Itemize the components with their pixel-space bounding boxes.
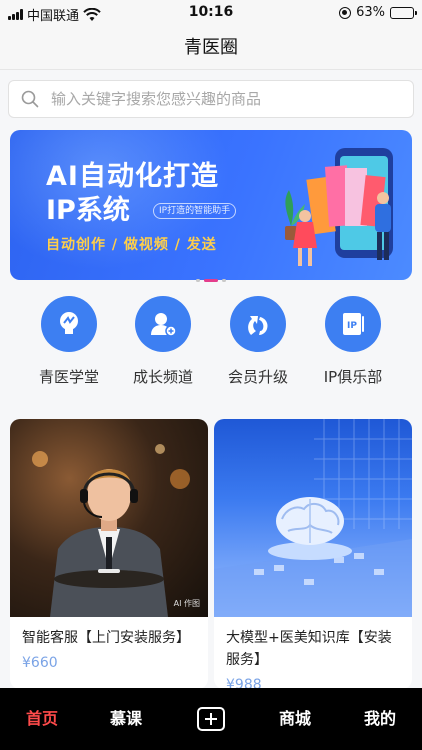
quick-entries: 青医学堂 成长频道 会员升级 IP IP俱乐部 (0, 296, 422, 396)
quick-entry-label: 会员升级 (227, 368, 288, 386)
pagination-dot-active (204, 279, 218, 282)
nav-bar: 青医圈 (0, 26, 422, 70)
search-input[interactable] (51, 90, 391, 108)
search-icon (21, 90, 39, 108)
quick-entry-growth[interactable]: 成长频道 (113, 296, 213, 387)
tab-mall[interactable]: 商城 (253, 688, 337, 750)
battery-icon (390, 6, 417, 19)
product-card[interactable]: AI 作图 智能客服【上门安装服务】 ¥660 (10, 419, 208, 689)
tab-profile[interactable]: 我的 (338, 688, 422, 750)
ip-card-icon: IP (325, 296, 381, 352)
lightbulb-icon (41, 296, 97, 352)
quick-entry-label: IP俱乐部 (323, 368, 383, 386)
tab-label: 商城 (278, 709, 311, 728)
quick-entry-upgrade[interactable]: 会员升级 (208, 296, 308, 387)
user-add-icon (135, 296, 191, 352)
quick-entry-label: 青医学堂 (38, 368, 99, 386)
tab-label: 首页 (25, 709, 58, 728)
search-bar[interactable] (8, 80, 414, 118)
quick-entry-ip-club[interactable]: IP IP俱乐部 (303, 296, 403, 387)
banner-title-line1: AI自动化打造 (46, 161, 219, 192)
battery-percent: 63% (356, 5, 385, 20)
banner-tag: IP打造的智能助手 (153, 203, 237, 219)
svg-text:IP: IP (347, 321, 357, 331)
product-price: ¥660 (22, 655, 58, 671)
page-title: 青医圈 (184, 37, 238, 58)
ai-generated-mark: AI 作图 (173, 599, 200, 608)
avatar-illustration (32, 444, 190, 617)
status-right: 63% (339, 5, 417, 20)
banner-title-line2: IP系统 (46, 195, 130, 226)
tab-home[interactable]: 首页 (0, 688, 84, 750)
product-image: AI 作图 (10, 419, 208, 617)
tab-label: 慕课 (109, 709, 142, 728)
tab-mooc[interactable]: 慕课 (84, 688, 168, 750)
product-title: 大模型+医美知识库【安装服务】 (226, 630, 392, 668)
product-image (214, 419, 412, 617)
upgrade-icon (230, 296, 286, 352)
banner-subtitle: 自动创作 / 做视频 / 发送 (46, 237, 217, 253)
promo-banner[interactable]: AI自动化打造 IP系统 IP打造的智能助手 自动创作 / 做视频 / 发送 (10, 130, 412, 280)
orientation-lock-icon (339, 6, 352, 19)
pagination-dot (196, 279, 200, 282)
pagination-dot (222, 279, 226, 282)
brain-illustration (214, 419, 412, 617)
quick-entry-academy[interactable]: 青医学堂 (19, 296, 119, 387)
add-icon (197, 707, 225, 731)
status-bar: 中国联通 10:16 63% (0, 0, 422, 26)
banner-pagination (0, 279, 422, 283)
product-card[interactable]: 大模型+医美知识库【安装服务】 ¥988 (214, 419, 412, 689)
tab-label: 我的 (363, 709, 396, 728)
banner-illustration (285, 148, 393, 266)
tab-bar: 首页 慕课 商城 我的 (0, 688, 422, 750)
product-price: ¥988 (226, 677, 262, 689)
quick-entry-label: 成长频道 (132, 368, 193, 386)
product-title: 智能客服【上门安装服务】 (22, 630, 190, 646)
